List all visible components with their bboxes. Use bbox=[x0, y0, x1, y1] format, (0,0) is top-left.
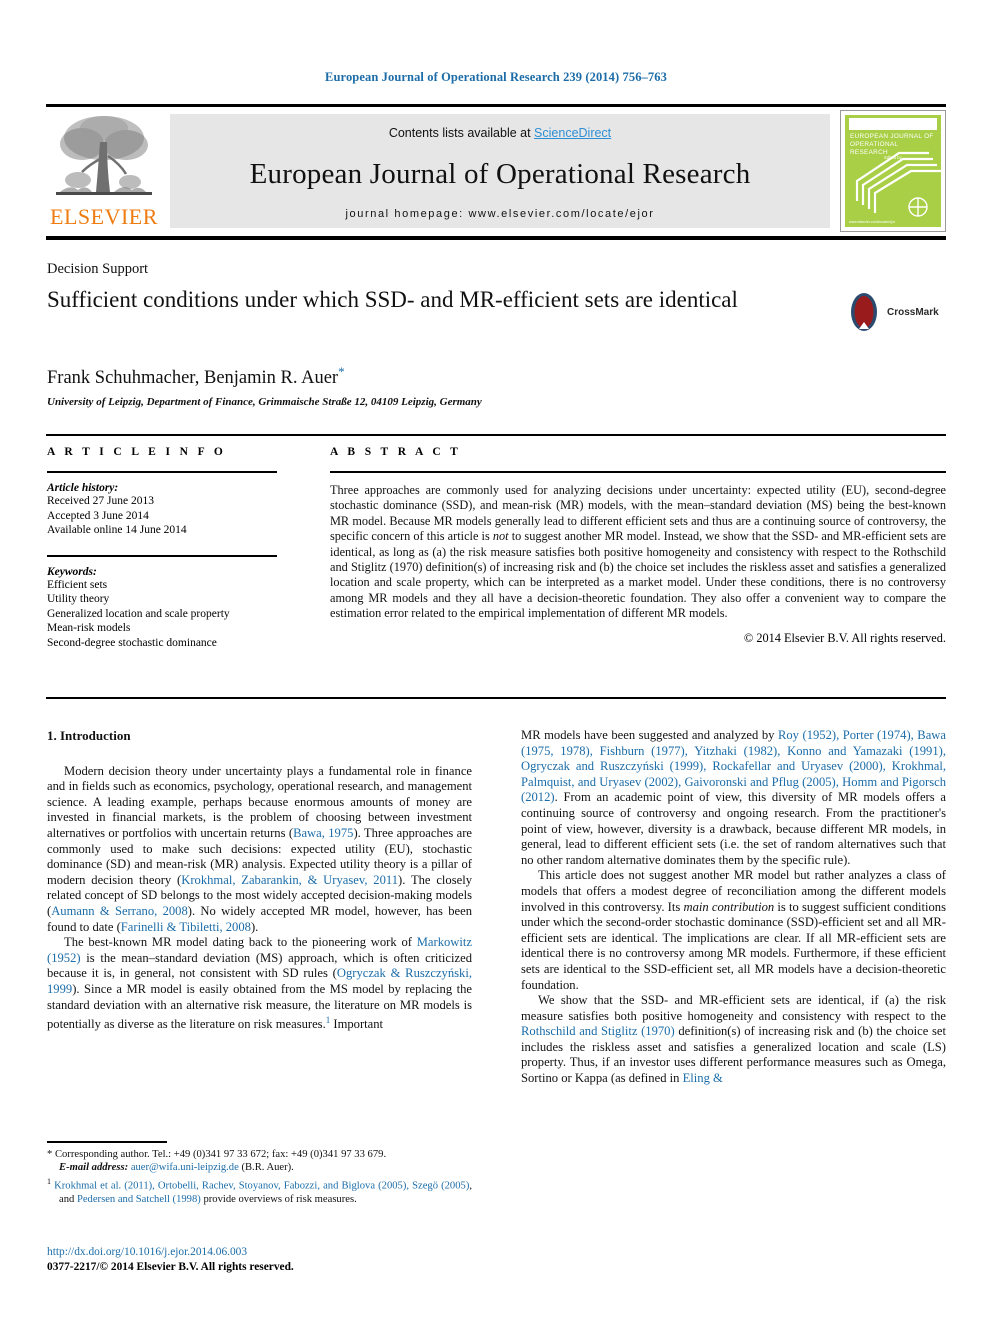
citation-link[interactable]: Bawa, 1975 bbox=[293, 826, 353, 840]
citation-link[interactable]: Eling & bbox=[683, 1071, 723, 1085]
journal-masthead: ELSEVIER Contents lists available at Sci… bbox=[46, 110, 946, 232]
article-info-divider bbox=[47, 471, 277, 473]
article-history-label: Article history: bbox=[47, 482, 119, 494]
paper-page: European Journal of Operational Research… bbox=[0, 0, 992, 1323]
citation-link[interactable]: Rothschild and Stiglitz (1970) bbox=[521, 1024, 675, 1038]
journal-title: European Journal of Operational Research bbox=[249, 158, 751, 190]
abstract-heading: A B S T R A C T bbox=[330, 446, 462, 458]
left-column-paragraphs: Modern decision theory under uncertainty… bbox=[47, 764, 472, 1033]
right-column-paragraphs: MR models have been suggested and analyz… bbox=[521, 728, 946, 1087]
body-text: (B.R. Auer). bbox=[238, 1162, 294, 1174]
page-title: Sufficient conditions under which SSD- a… bbox=[47, 287, 738, 312]
citation-link[interactable]: Aumann & Serrano, 2008 bbox=[51, 904, 188, 918]
footnote-rule bbox=[47, 1141, 167, 1143]
cover-footer-url: www.elsevier.com/locate/ejor bbox=[849, 220, 896, 224]
body-column-left: 1. Introduction Modern decision theory u… bbox=[47, 728, 472, 1033]
abstract-body: Three approaches are commonly used for a… bbox=[330, 483, 946, 622]
article-info-column: A R T I C L E I N F O Article history: R… bbox=[47, 446, 297, 650]
keyword-item: Second-degree stochastic dominance bbox=[47, 636, 217, 649]
keyword-item: Utility theory bbox=[47, 593, 110, 605]
body-text: The best-known MR model dating back to t… bbox=[64, 935, 417, 950]
doi-link[interactable]: http://dx.doi.org/10.1016/j.ejor.2014.06… bbox=[47, 1245, 547, 1260]
body-text: Corresponding author. Tel.: +49 (0)341 9… bbox=[52, 1149, 387, 1160]
info-band-bottom-rule bbox=[46, 697, 946, 699]
keywords-divider bbox=[47, 554, 277, 557]
body-text: provide overviews of risk measures. bbox=[200, 1194, 357, 1206]
section-heading-introduction: 1. Introduction bbox=[47, 728, 131, 743]
body-paragraph: This article does not suggest another MR… bbox=[521, 868, 946, 993]
body-text: ). Since a MR model is easily obtained f… bbox=[47, 981, 472, 1032]
sciencedirect-link[interactable]: ScienceDirect bbox=[534, 126, 611, 140]
cover-artwork: EUROPEAN JOURNAL OF OPERATIONAL RESEARCH… bbox=[845, 115, 941, 227]
citation-link[interactable]: Farinelli & Tibiletti, 2008 bbox=[121, 920, 251, 934]
cover-pages-graphic bbox=[855, 151, 941, 217]
abstract-column: A B S T R A C T Three approaches are com… bbox=[330, 446, 946, 646]
body-text: Important bbox=[330, 1017, 384, 1032]
article-history-received: Received 27 June 2013 bbox=[47, 495, 154, 507]
info-band-top-rule bbox=[46, 434, 946, 436]
section-kicker: Decision Support bbox=[47, 261, 149, 277]
crossmark-icon[interactable] bbox=[845, 292, 883, 332]
article-info-heading: A R T I C L E I N F O bbox=[47, 446, 227, 458]
masthead-bottom-rule bbox=[46, 236, 946, 240]
contents-line: Contents lists available at ScienceDirec… bbox=[170, 126, 830, 140]
emphasis-text: E-mail address: bbox=[59, 1162, 129, 1174]
citation-link[interactable]: Pedersen and Satchell (1998) bbox=[77, 1194, 201, 1205]
abstract-copyright: © 2014 Elsevier B.V. All rights reserved… bbox=[743, 630, 946, 645]
running-head: European Journal of Operational Research… bbox=[325, 70, 667, 84]
journal-cover-thumbnail: EUROPEAN JOURNAL OF OPERATIONAL RESEARCH… bbox=[840, 110, 946, 232]
body-text: . From an academic point of view, this d… bbox=[521, 790, 946, 867]
elsevier-logo: ELSEVIER bbox=[46, 110, 162, 232]
body-text: We show that the SSD- and MR-efficient s… bbox=[521, 993, 946, 1023]
abstract-emphasis: not bbox=[492, 529, 509, 544]
keyword-item: Generalized location and scale property bbox=[47, 607, 230, 620]
body-text: MR models have been suggested and analyz… bbox=[521, 728, 778, 742]
abstract-divider bbox=[330, 471, 946, 473]
contents-prefix: Contents lists available at bbox=[388, 126, 535, 140]
citation-link[interactable]: Krokhmal, Zabarankin, & Uryasev, 2011 bbox=[181, 873, 398, 887]
elsevier-tree-icon bbox=[56, 116, 152, 195]
article-history-accepted: Accepted 3 June 2014 bbox=[47, 509, 149, 522]
body-column-right: MR models have been suggested and analyz… bbox=[521, 728, 946, 1087]
citation-link[interactable]: Krokhmal et al. (2011), Ortobelli, Rache… bbox=[54, 1181, 469, 1192]
crossmark-label: CrossMark bbox=[887, 307, 939, 318]
issn-copyright-line: 0377-2217/© 2014 Elsevier B.V. All right… bbox=[47, 1261, 294, 1273]
masthead-top-rule bbox=[46, 104, 946, 107]
article-history-online: Available online 14 June 2014 bbox=[47, 524, 187, 536]
affiliation: University of Leipzig, Department of Fin… bbox=[47, 396, 482, 408]
journal-homepage[interactable]: journal homepage: www.elsevier.com/locat… bbox=[170, 208, 830, 220]
author-list: Frank Schuhmacher, Benjamin R. Auer* bbox=[47, 364, 345, 389]
body-paragraph: The best-known MR model dating back to t… bbox=[47, 935, 472, 1033]
emphasis-text: main contribution bbox=[683, 899, 775, 914]
body-paragraph: MR models have been suggested and analyz… bbox=[521, 728, 946, 868]
keyword-item: Mean-risk models bbox=[47, 622, 131, 634]
keyword-item: Efficient sets bbox=[47, 578, 108, 591]
corresponding-author-marker[interactable]: * bbox=[338, 364, 345, 379]
footnote-item: 1 Krokhmal et al. (2011), Ortobelli, Rac… bbox=[47, 1175, 472, 1206]
body-text: ). bbox=[250, 919, 259, 934]
footnote-item: * Corresponding author. Tel.: +49 (0)341… bbox=[47, 1148, 472, 1174]
masthead-center-panel: Contents lists available at ScienceDirec… bbox=[170, 114, 830, 228]
keywords-label: Keywords: bbox=[47, 565, 97, 578]
footnote-block: * Corresponding author. Tel.: +49 (0)341… bbox=[47, 1148, 472, 1207]
bottom-meta: http://dx.doi.org/10.1016/j.ejor.2014.06… bbox=[47, 1245, 547, 1275]
body-paragraph: Modern decision theory under uncertainty… bbox=[47, 764, 472, 936]
citation-link[interactable]: auer@wifa.uni-leipzig.de bbox=[131, 1162, 239, 1173]
elsevier-wordmark: ELSEVIER bbox=[50, 204, 158, 229]
author-names: Frank Schuhmacher, Benjamin R. Auer bbox=[47, 368, 339, 389]
body-paragraph: We show that the SSD- and MR-efficient s… bbox=[521, 993, 946, 1087]
crossmark-badge-group[interactable]: CrossMark bbox=[845, 292, 945, 334]
